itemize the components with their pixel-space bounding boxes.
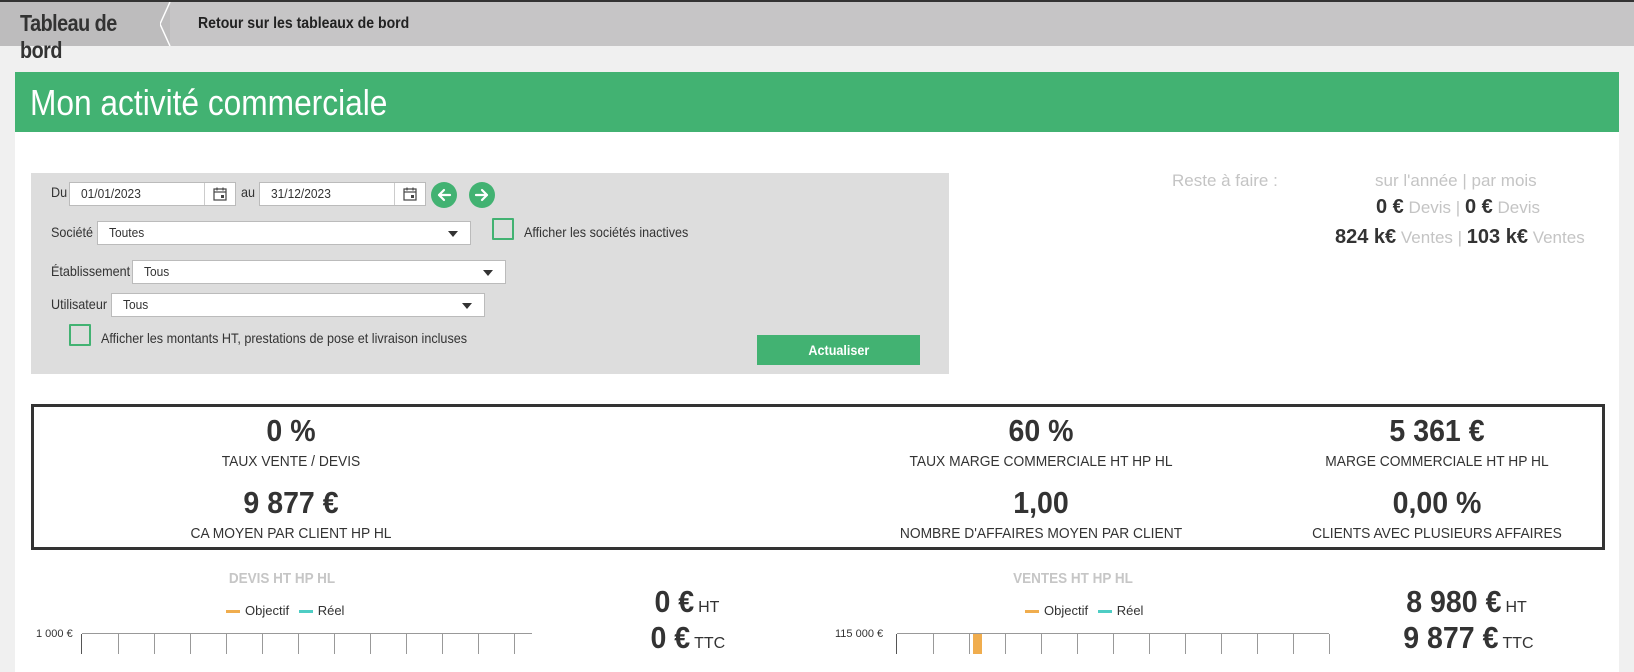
page-title: Mon activité commerciale [30,82,388,123]
user-select[interactable]: Tous [111,293,485,317]
show-ht-checkbox[interactable] [69,324,91,346]
quotes-chart-title: DEVIS HT HP HL [228,570,336,587]
sales-chart-title: VENTES HT HP HL [1013,570,1133,587]
company-label: Société [51,224,94,240]
quotes-total-ttc: 0 € TTC [650,620,726,655]
sales-y-tick: 115 000 € [835,628,884,640]
kpi-margin-rate: 60 % TAUX MARGE COMMERCIALE HT HP HL [909,413,1173,470]
back-to-dashboards-link[interactable]: Retour sur les tableaux de bord [198,15,409,33]
date-to-field[interactable]: 31/12/2023 [259,182,426,206]
sales-total-ht: 8 980 € HT [1406,584,1527,619]
date-from-field[interactable]: 01/01/2023 [69,182,236,206]
establishment-label: Établissement [51,263,131,279]
establishment-select[interactable]: Tous [132,260,506,284]
sales-legend: Objectif Réel [1025,603,1143,618]
next-period-button[interactable] [469,182,495,208]
kpi-sale-rate: 0 % TAUX VENTE / DEVIS [221,413,361,470]
sales-total-ttc: 9 877 € TTC [1403,620,1534,655]
legend-objective-swatch [1025,610,1039,614]
show-inactive-checkbox[interactable] [492,218,514,240]
dashboard-title: Tableau de bord [20,10,117,63]
sales-objective-bar [973,634,982,654]
quotes-y-tick: 1 000 € [36,628,73,640]
page-banner: Mon activité commerciale [15,72,1619,132]
chevron-down-icon [448,231,458,237]
remaining-period-label: sur l'année | par mois [1375,171,1537,190]
show-ht-label: Afficher les montants HT, prestations de… [101,330,468,346]
main-panel: Mon activité commerciale Du 01/01/2023 a… [15,72,1619,672]
arrow-right-icon [474,188,489,202]
date-to-label: au [241,184,256,200]
arrow-left-icon [437,188,452,202]
chevron-down-icon [462,303,472,309]
quotes-chart-grid [81,633,532,654]
company-select[interactable]: Toutes [97,221,471,245]
show-inactive-label: Afficher les sociétés inactives [524,224,689,240]
legend-real-swatch [1097,610,1112,614]
legend-objective-swatch [226,610,240,614]
kpi-multi-clients: 0,00 % CLIENTS AVEC PLUSIEURS AFFAIRES [1312,485,1562,542]
sales-chart-grid [896,633,1330,654]
quotes-legend: Objectif Réel [226,603,344,618]
remaining-quotes: 0 € Devis | 0 € Devis [1376,196,1541,218]
remaining-sales: 824 k€ Ventes | 103 k€ Ventes [1335,226,1585,248]
refresh-button[interactable]: Actualiser [757,335,920,365]
filters-panel: Du 01/01/2023 au 31/12/2023 Société Tout… [31,173,949,374]
date-from-label: Du [51,184,68,200]
remaining-label: Reste à faire : [1172,171,1278,190]
kpi-margin: 5 361 € MARGE COMMERCIALE HT HP HL [1325,413,1549,470]
dashboard-tab[interactable]: Tableau de bord [0,2,170,63]
previous-period-button[interactable] [431,182,457,208]
top-bar: Tableau de bord Retour sur les tableaux … [0,0,1634,63]
chevron-down-icon [483,270,493,276]
quotes-total-ht: 0 € HT [654,584,720,619]
page-scrollbar[interactable] [1619,46,1634,672]
breadcrumb-separator-icon [160,2,171,46]
kpi-box: 0 % TAUX VENTE / DEVIS 60 % TAUX MARGE COM… [31,404,1605,550]
calendar-icon[interactable] [204,183,235,205]
user-label: Utilisateur [51,296,108,312]
calendar-icon[interactable] [394,183,425,205]
legend-real-swatch [298,610,313,614]
kpi-avg-deals: 1,00 NOMBRE D'AFFAIRES MOYEN PAR CLIENT [899,485,1183,542]
kpi-avg-revenue: 9 877 € CA MOYEN PAR CLIENT HP HL [190,485,392,542]
